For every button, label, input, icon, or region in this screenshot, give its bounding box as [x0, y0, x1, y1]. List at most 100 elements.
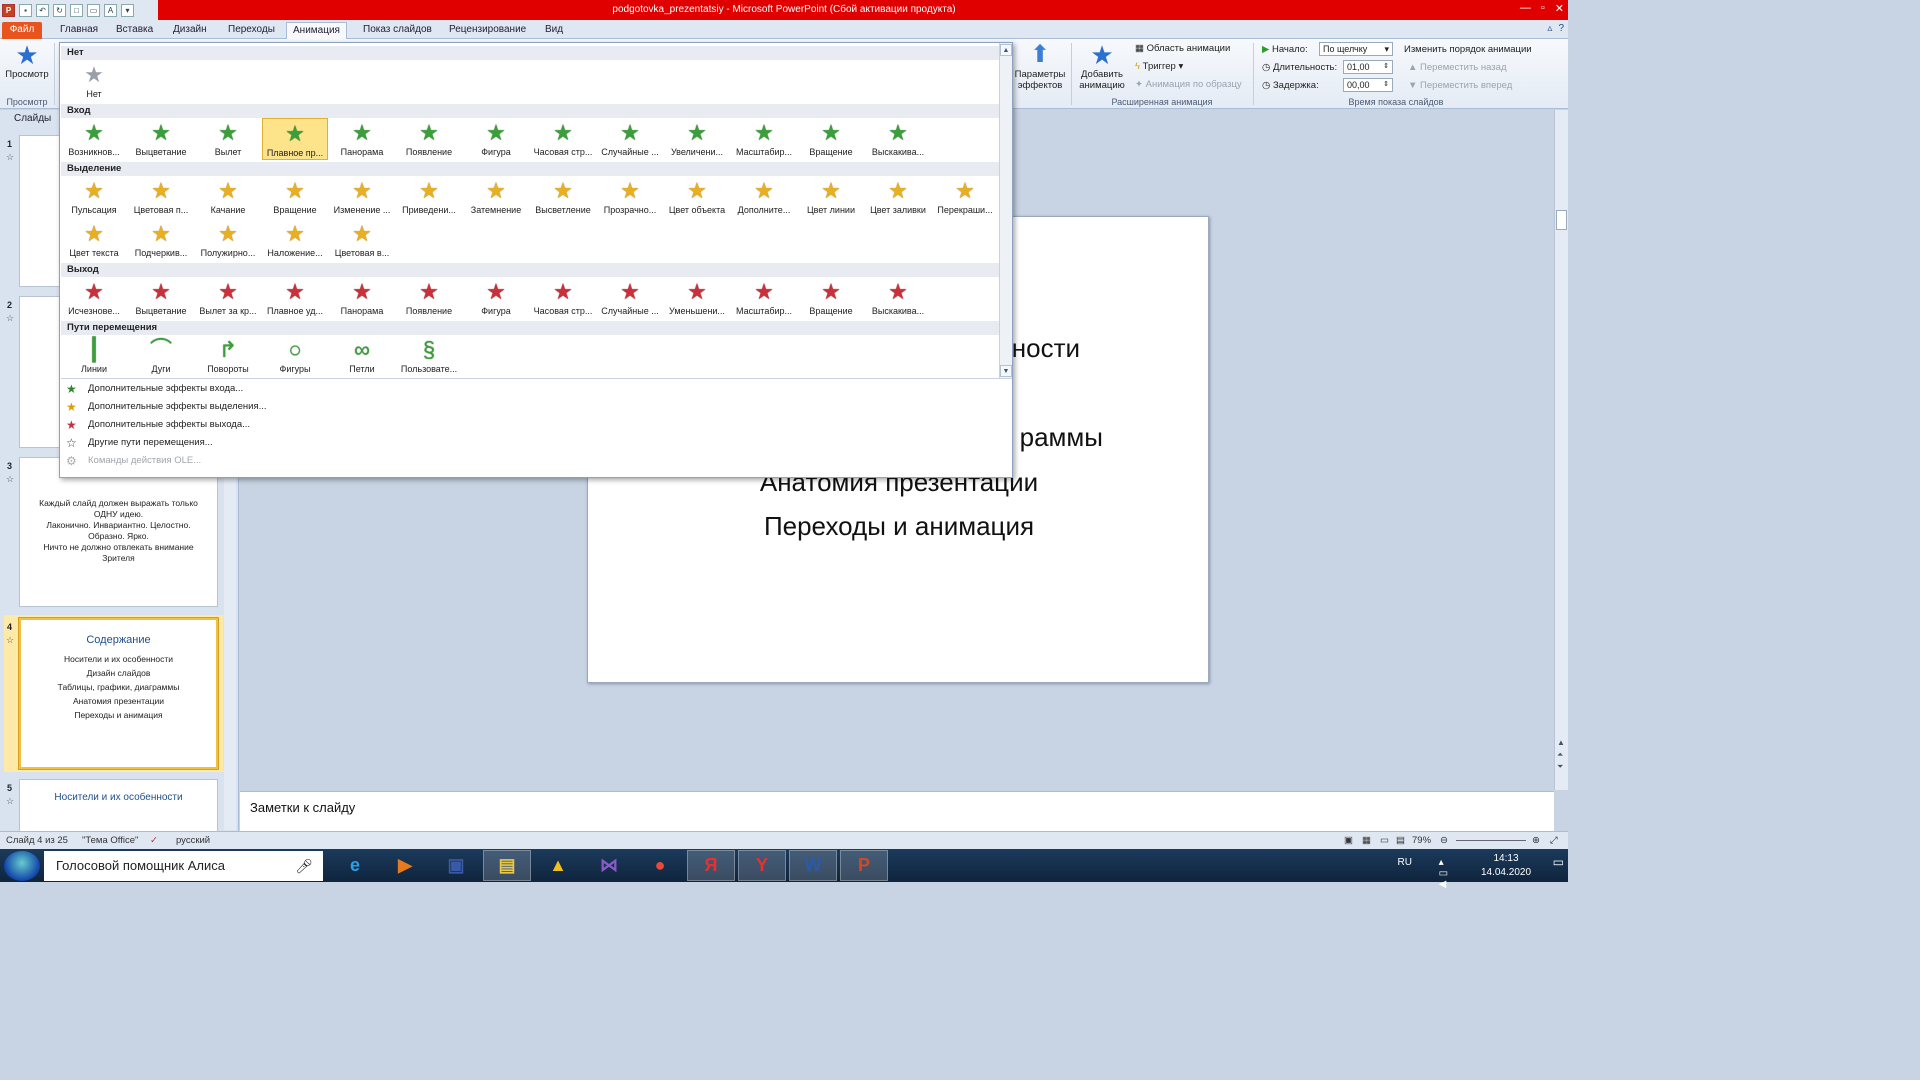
exit-effect[interactable]: ★ Выцветание [128, 277, 194, 319]
tab-design[interactable]: Дизайн [173, 22, 207, 39]
fit-slide-icon[interactable]: ⤢ [1550, 835, 1558, 846]
tab-animation[interactable]: Анимация [286, 22, 347, 39]
trigger-button[interactable]: ϟ Триггер ▾ [1135, 61, 1183, 72]
tab-home[interactable]: Главная [60, 22, 98, 39]
emphasis-effect[interactable]: ★ Пульсация [61, 176, 127, 218]
preview-button[interactable]: ★ Просмотр [4, 41, 50, 80]
prev-slide-icon[interactable]: ⏶ [1557, 750, 1563, 760]
chrome-icon[interactable]: ● [636, 850, 684, 881]
notes-pane[interactable]: Заметки к слайду [240, 791, 1554, 831]
slide-thumbnail-4[interactable]: Содержание Носители и их особенности Диз… [18, 617, 219, 770]
emphasis-effect[interactable]: ★ Цвет заливки [865, 176, 931, 218]
emphasis-effect[interactable]: ★ Цвет объекта [664, 176, 730, 218]
next-slide-icon[interactable]: ⏷ [1557, 762, 1563, 772]
start-button[interactable] [4, 851, 40, 881]
emphasis-effect[interactable]: ★ Перекраши... [932, 176, 998, 218]
entrance-effect[interactable]: ★ Появление [396, 118, 462, 160]
entrance-effect[interactable]: ★ Вращение [798, 118, 864, 160]
emphasis-effect[interactable]: ★ Приведени... [396, 176, 462, 218]
tray-icons[interactable]: ▴ ▭ ◀︎ [1439, 857, 1448, 890]
effect-params-button[interactable]: ⬆ Параметры эффектов [1012, 41, 1068, 91]
tab-review[interactable]: Рецензирование [449, 22, 526, 39]
entrance-effect[interactable]: ★ Фигура [463, 118, 529, 160]
exit-effect[interactable]: ★ Исчезнове... [61, 277, 127, 319]
editor-scrollbar[interactable]: ▲ ⏶ ⏷ [1554, 110, 1568, 790]
move-forward-button[interactable]: ▼ Переместить вперед [1408, 80, 1512, 91]
slide-sorter-icon[interactable]: ▦ [1362, 835, 1371, 846]
emphasis-effect[interactable]: ★ Изменение ... [329, 176, 395, 218]
motion-path-effect[interactable]: ∞ Петли [329, 335, 395, 377]
tab-file[interactable]: Файл [2, 22, 42, 39]
start-select[interactable]: По щелчку ▾ [1319, 42, 1393, 56]
emphasis-effect[interactable]: ★ Наложение... [262, 219, 328, 261]
slideshow-view-icon[interactable]: ▤ [1396, 835, 1405, 846]
slide-thumbnail-5[interactable]: Носители и их особенности [19, 779, 218, 831]
exit-effect[interactable]: ★ Появление [396, 277, 462, 319]
normal-view-icon[interactable]: ▣ [1344, 835, 1353, 846]
spellcheck-icon[interactable]: ✓ [150, 835, 158, 846]
notifications-icon[interactable]: ▭ [1553, 855, 1564, 869]
emphasis-effect[interactable]: ★ Затемнение [463, 176, 529, 218]
word-icon[interactable]: W [789, 850, 837, 881]
emphasis-effect[interactable]: ★ Цвет линии [798, 176, 864, 218]
entrance-effect[interactable]: ★ Панорама [329, 118, 395, 160]
zoom-slider[interactable] [1456, 840, 1526, 841]
exit-effect[interactable]: ★ Панорама [329, 277, 395, 319]
minimize-icon[interactable]: — [1520, 2, 1531, 15]
duration-input[interactable]: 01,00 ⇕ [1343, 60, 1393, 74]
gallery-menu-item[interactable]: ☆ Другие пути перемещения... [61, 434, 1011, 452]
help-icon[interactable]: ? [1558, 23, 1564, 34]
exit-effect[interactable]: ★ Вращение [798, 277, 864, 319]
zoom-out-icon[interactable]: ⊖ [1440, 835, 1448, 846]
input-language[interactable]: RU [1398, 857, 1412, 868]
emphasis-effect[interactable]: ★ Прозрачно... [597, 176, 663, 218]
emphasis-effect[interactable]: ★ Подчеркив... [128, 219, 194, 261]
emphasis-effect[interactable]: ★ Дополните... [731, 176, 797, 218]
entrance-effect[interactable]: ★ Плавное пр... [262, 118, 328, 160]
scroll-down-icon[interactable]: ▼ [1000, 365, 1012, 377]
motion-path-effect[interactable]: ↱ Повороты [195, 335, 261, 377]
gallery-menu-item[interactable]: ★ Дополнительные эффекты входа... [61, 380, 1011, 398]
clock-date[interactable]: 14.04.2020 [1476, 867, 1536, 878]
tab-view[interactable]: Вид [545, 22, 563, 39]
entrance-effect[interactable]: ★ Масштабир... [731, 118, 797, 160]
arch-app-icon[interactable]: ▲ [534, 850, 582, 881]
ie-icon[interactable]: e [331, 850, 379, 881]
animation-pane-button[interactable]: ▦ Область анимации [1135, 43, 1230, 54]
emphasis-effect[interactable]: ★ Полужирно... [195, 219, 261, 261]
scroll-up-icon[interactable]: ▲ [1557, 738, 1565, 747]
exit-effect[interactable]: ★ Выскакива... [865, 277, 931, 319]
animation-painter-button[interactable]: ✦ Анимация по образцу [1135, 79, 1242, 90]
exit-effect[interactable]: ★ Вылет за кр... [195, 277, 261, 319]
tab-slideshow[interactable]: Показ слайдов [363, 22, 432, 39]
slide-thumbnail-3[interactable]: Каждый слайд должен выражать только ОДНУ… [19, 457, 218, 607]
file-explorer-icon[interactable]: ▤ [483, 850, 531, 881]
motion-path-effect[interactable]: ┃ Линии [61, 335, 127, 377]
exit-effect[interactable]: ★ Случайные ... [597, 277, 663, 319]
entrance-effect[interactable]: ★ Часовая стр... [530, 118, 596, 160]
gallery-menu-item[interactable]: ★ Дополнительные эффекты выделения... [61, 398, 1011, 416]
minimize-ribbon-icon[interactable]: ▵ [1547, 23, 1552, 34]
exit-effect[interactable]: ★ Плавное уд... [262, 277, 328, 319]
media-player-icon[interactable]: ▶ [381, 850, 429, 881]
yandex-icon[interactable]: Я [687, 850, 735, 881]
scroll-up-icon[interactable]: ▲ [1000, 44, 1012, 56]
emphasis-effect[interactable]: ★ Качание [195, 176, 261, 218]
motion-path-effect[interactable]: § Пользовате... [396, 335, 462, 377]
gallery-scrollbar[interactable]: ▲ ▼ [999, 43, 1012, 378]
entrance-effect[interactable]: ★ Случайные ... [597, 118, 663, 160]
move-back-button[interactable]: ▲ Переместить назад [1408, 62, 1507, 73]
entrance-effect[interactable]: ★ Выскакива... [865, 118, 931, 160]
scroll-thumb[interactable] [1556, 210, 1567, 230]
exit-effect[interactable]: ★ Уменьшени... [664, 277, 730, 319]
search-box[interactable]: Голосовой помощник Алиса 🎤︎ [44, 851, 323, 881]
exit-effect[interactable]: ★ Фигура [463, 277, 529, 319]
microphone-icon[interactable]: 🎤︎ [295, 851, 313, 881]
emphasis-effect[interactable]: ★ Цветовая в... [329, 219, 395, 261]
gallery-menu-item[interactable]: ★ Дополнительные эффекты выхода... [61, 416, 1011, 434]
archive-icon[interactable]: ▣ [432, 850, 480, 881]
maximize-icon[interactable]: ▫ [1541, 2, 1545, 15]
entrance-effect[interactable]: ★ Увеличени... [664, 118, 730, 160]
emphasis-effect[interactable]: ★ Цвет текста [61, 219, 127, 261]
tab-insert[interactable]: Вставка [116, 22, 153, 39]
